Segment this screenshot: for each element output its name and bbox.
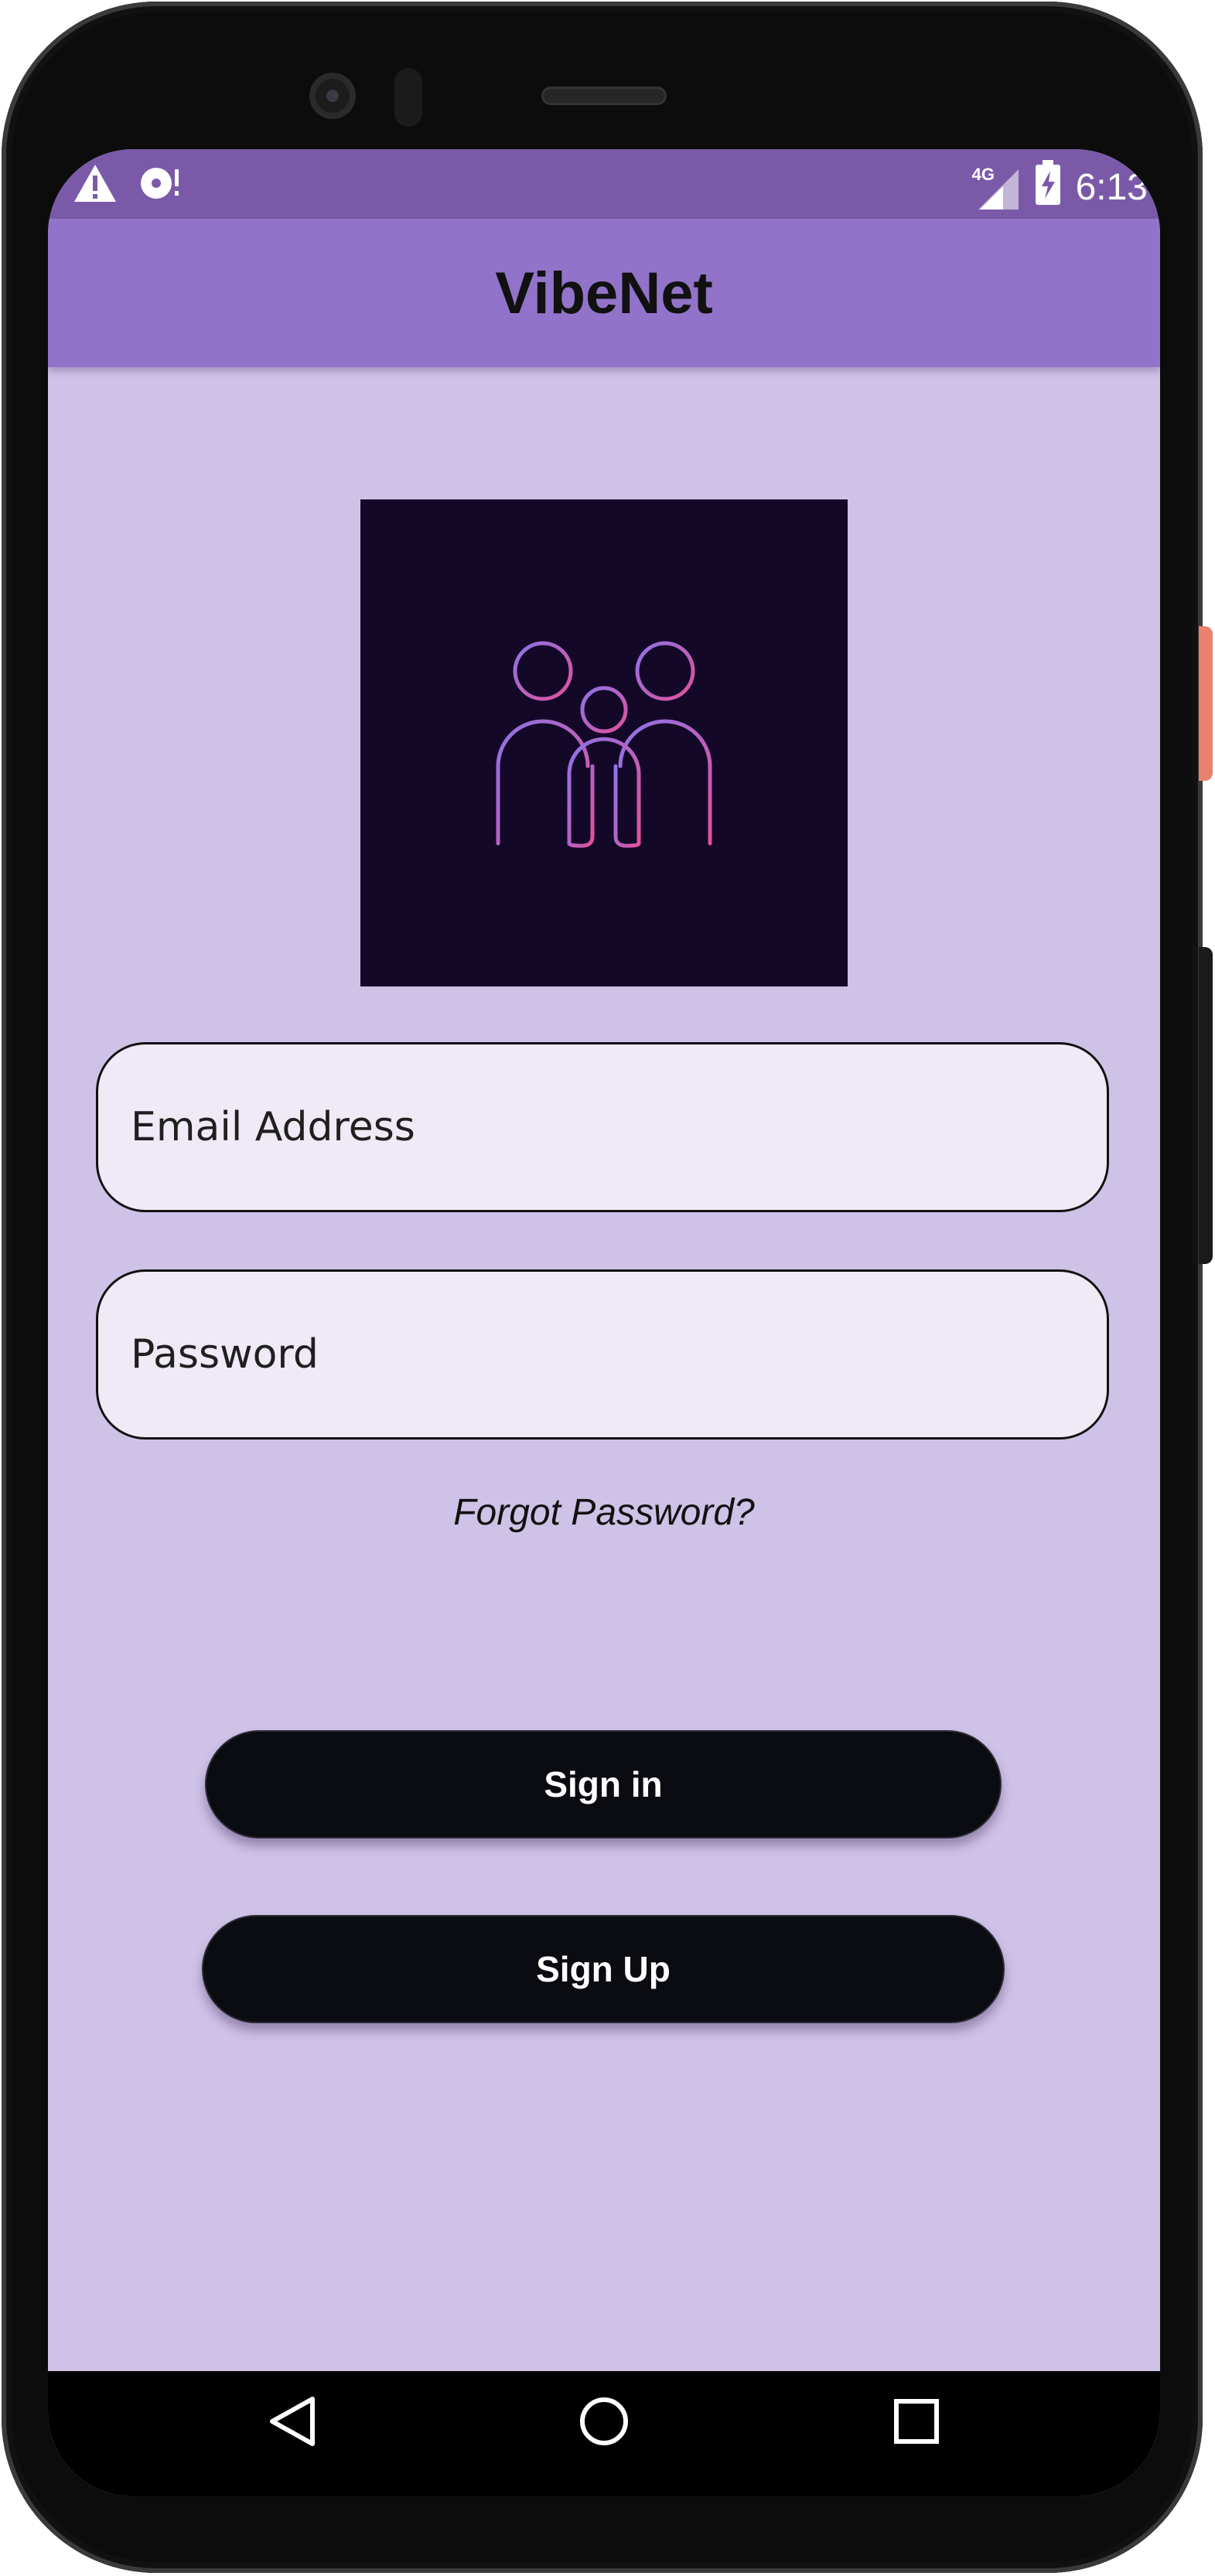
battery-charging-icon [1034, 160, 1062, 215]
app-bar: VibeNet [48, 219, 1160, 367]
back-icon [270, 2397, 315, 2446]
forgot-password-link[interactable]: Forgot Password? [48, 1491, 1160, 1534]
status-left-icons [73, 163, 184, 207]
family-people-icon [496, 641, 712, 848]
proximity-sensor [394, 68, 422, 127]
sign-in-button[interactable]: Sign in [205, 1730, 1002, 1838]
email-field[interactable] [96, 1042, 1109, 1212]
sign-up-button[interactable]: Sign Up [202, 1915, 1005, 2023]
nav-back-button[interactable] [245, 2371, 338, 2472]
signal-icon: 4G [972, 165, 1020, 211]
sign-in-label: Sign in [544, 1764, 663, 1804]
recents-icon [894, 2399, 939, 2444]
front-camera [309, 73, 356, 119]
home-icon [580, 2397, 628, 2445]
warning-icon [73, 163, 118, 207]
nav-home-button[interactable] [558, 2371, 650, 2472]
status-bar: 4G 6:13 [48, 149, 1160, 219]
password-input[interactable] [129, 1331, 1060, 1378]
password-field[interactable] [96, 1269, 1109, 1440]
app-logo [360, 499, 848, 986]
app-title: VibeNet [495, 260, 713, 326]
email-input[interactable] [129, 1103, 1060, 1151]
status-right-icons: 4G 6:13 [972, 160, 1148, 215]
power-button [1199, 626, 1213, 781]
earpiece-speaker [541, 87, 667, 105]
screen: 4G 6:13 VibeNet Email Address Forgot Pas… [48, 149, 1160, 2496]
system-nav-bar [48, 2371, 1160, 2496]
sign-up-label: Sign Up [536, 1949, 671, 1989]
sync-disc-icon [138, 163, 184, 207]
volume-button [1199, 947, 1213, 1264]
nav-recents-button[interactable] [870, 2371, 963, 2472]
status-time: 6:13 [1075, 167, 1148, 208]
